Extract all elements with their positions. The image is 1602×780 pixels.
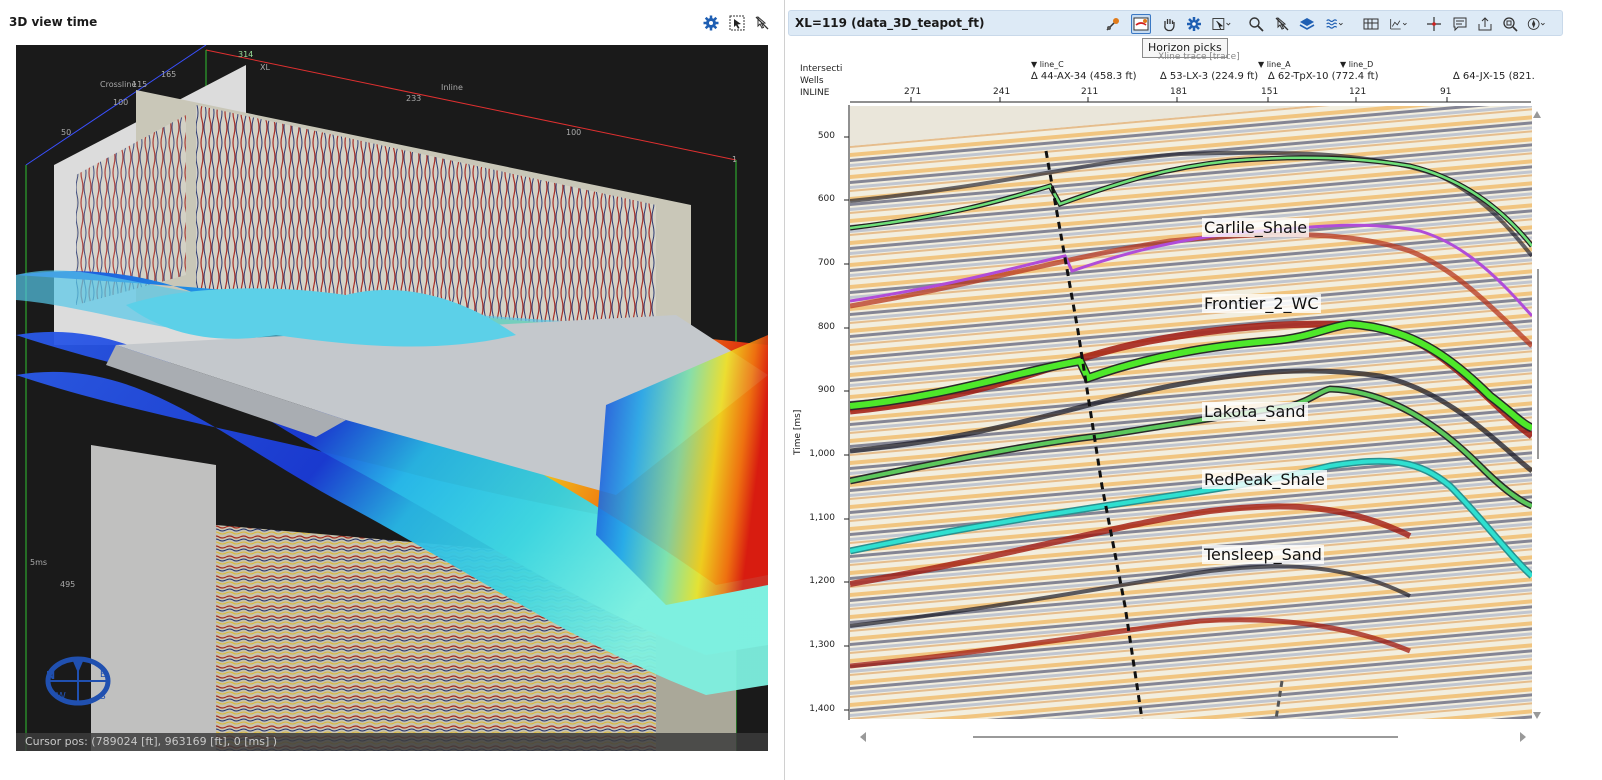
zoom-icon[interactable] (1246, 14, 1266, 34)
section-toolbar: XL=119 (data_3D_teapot_ft) (788, 10, 1563, 36)
compass-w: W (56, 691, 66, 702)
panel-title: 3D view time (9, 15, 98, 29)
time-tick: 900 (817, 385, 835, 395)
chart-icon[interactable] (1389, 14, 1409, 34)
well-label[interactable]: ∆ 64-JX-15 (821. (1453, 71, 1535, 82)
compass-s: S (100, 692, 106, 702)
well-label[interactable]: ∆ 53-LX-3 (224.9 ft) (1160, 71, 1258, 82)
time-tick: 1,400 (809, 704, 835, 714)
well-label[interactable]: ∆ 62-TpX-10 (772.4 ft) (1268, 71, 1379, 82)
time-tick: 1,300 (809, 640, 835, 650)
line-label-d: ▼ line_D (1340, 60, 1374, 69)
time-tick: 600 (817, 194, 835, 204)
scene-label-n1: 115 (132, 80, 147, 89)
row-label-intersections: Intersecti (800, 64, 843, 74)
scene-label-n10: 495 (60, 580, 75, 589)
inline-tick: 91 (1440, 87, 1452, 97)
export-icon[interactable] (1475, 14, 1495, 34)
row-label-inline: INLINE (800, 88, 830, 98)
compass-rose-icon: N E S W (45, 656, 111, 706)
axis-label-xline: Xline trace [trace] (1158, 52, 1240, 62)
time-tick: 500 (817, 131, 835, 141)
row-label-wells: Wells (800, 76, 824, 86)
scene-label-n9: 5ms (30, 558, 47, 567)
time-tick: 1,100 (809, 513, 835, 523)
inline-tick: 151 (1261, 87, 1279, 97)
zoom-fit-icon[interactable] (1500, 14, 1520, 34)
inline-tick: 271 (904, 87, 922, 97)
time-tick: 800 (817, 322, 835, 332)
time-tick: 1,000 (809, 449, 835, 459)
crosshair-icon[interactable] (1424, 14, 1444, 34)
seismic-section: Intersecti Wells INLINE Xline trace [tra… (788, 52, 1602, 780)
scene-label-n4: 50 (61, 128, 71, 137)
3d-scene-viewport[interactable]: Crossline 115 165 100 50 XL Inline 233 1… (16, 45, 768, 751)
compass-n: N (46, 669, 55, 682)
inline-tick: 181 (1170, 87, 1188, 97)
table-icon[interactable] (1361, 14, 1381, 34)
scene-label-n2: 165 (161, 70, 176, 79)
pan-hand-icon[interactable] (1159, 14, 1179, 34)
select-arrow-icon[interactable] (728, 14, 746, 32)
well-label[interactable]: ∆ 44-AX-34 (458.3 ft) (1031, 71, 1137, 82)
seismic-section-panel: XL=119 (data_3D_teapot_ft) Horizon picks… (788, 0, 1602, 780)
horizon-label-frontier[interactable]: Frontier_2_WC (1202, 294, 1321, 313)
scene-label-n5: 233 (406, 94, 421, 103)
compass-e: E (100, 670, 106, 680)
section-title: XL=119 (data_3D_teapot_ft) (795, 16, 985, 30)
3d-view-header: 3D view time (0, 0, 785, 44)
gear-icon[interactable] (1184, 14, 1204, 34)
scroll-down-arrow[interactable] (1532, 710, 1542, 720)
comment-icon[interactable] (1450, 14, 1470, 34)
compass-icon[interactable] (1527, 14, 1547, 34)
scene-label-n7: 1 (732, 155, 737, 164)
layers-icon[interactable] (1297, 14, 1317, 34)
seismic-image[interactable]: Carlile_Shale Frontier_2_WC Lakota_Sand … (850, 106, 1532, 719)
pointer-disabled-icon[interactable] (753, 14, 771, 32)
horizon-label-lakota[interactable]: Lakota_Sand (1202, 402, 1308, 421)
line-label-c: ▼ line_C (1031, 60, 1064, 69)
well-pick-icon[interactable] (1103, 14, 1123, 34)
select-icon[interactable] (1212, 14, 1232, 34)
horizon-label-redpeak[interactable]: RedPeak_Shale (1202, 470, 1327, 489)
horizon-label-tensleep[interactable]: Tensleep_Sand (1202, 545, 1324, 564)
time-tick: 1,200 (809, 576, 835, 586)
3d-scene: Crossline 115 165 100 50 XL Inline 233 1… (16, 45, 768, 751)
horizon-label-carlile[interactable]: Carlile_Shale (1202, 218, 1310, 237)
time-tick: 700 (817, 258, 835, 268)
scene-label-crossline: Crossline (100, 80, 136, 89)
cursor-position-status: Cursor pos: (789024 [ft], 963169 [ft], 0… (16, 733, 768, 751)
horizon-picks-icon[interactable] (1131, 14, 1151, 34)
inline-tick: 211 (1081, 87, 1099, 97)
3d-view-panel: 3D view time Crossline 115 165 100 50 XL… (0, 0, 785, 780)
wiggle-icon[interactable] (1325, 14, 1345, 34)
inline-tick: 241 (993, 87, 1011, 97)
pointer-disabled-icon[interactable] (1272, 14, 1292, 34)
scene-label-n8: 314 (238, 50, 253, 59)
gear-icon[interactable] (702, 14, 720, 32)
scene-label-n6: 100 (566, 128, 581, 137)
horizontal-scrollbar[interactable] (858, 730, 1528, 744)
scene-label-xl: XL (260, 63, 270, 72)
scene-label-inline: Inline (441, 83, 463, 92)
line-label-a: ▼ line_A (1258, 60, 1291, 69)
inline-tick: 121 (1349, 87, 1367, 97)
scroll-up-arrow[interactable] (1532, 110, 1542, 120)
scene-label-n3: 100 (113, 98, 128, 107)
vertical-scrollbar-thumb[interactable] (1537, 269, 1539, 459)
